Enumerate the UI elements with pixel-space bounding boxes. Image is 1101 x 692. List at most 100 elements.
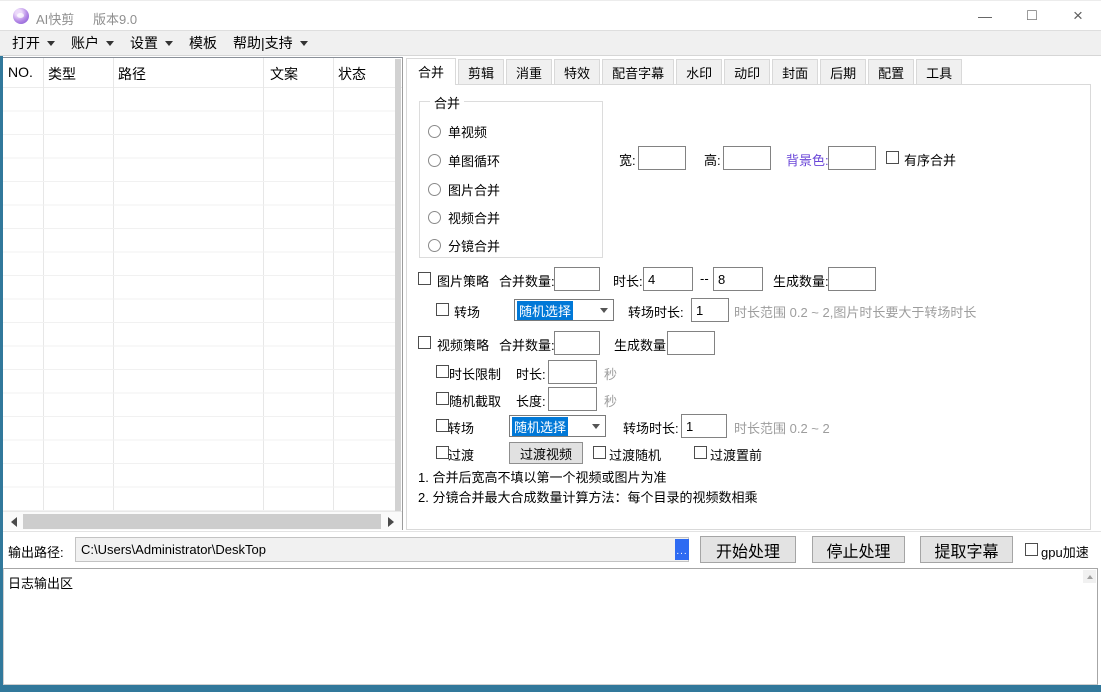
note-2: 2. 分镜合并最大合成数量计算方法：每个目录的视频数相乘 xyxy=(418,487,757,506)
tab-edit[interactable]: 剪辑 xyxy=(458,59,504,84)
tab-merge[interactable]: 合并 xyxy=(406,58,456,85)
window-frame-bottom xyxy=(0,685,1101,692)
image-transition-checkbox[interactable] xyxy=(436,303,449,316)
merge-tab-panel: 合并 单视频 单图循环 图片合并 视频合并 分镜合并 宽: 高: 背景色: xyxy=(406,84,1091,530)
table-vertical-scrollbar[interactable] xyxy=(395,59,401,511)
height-label: 高: xyxy=(704,150,721,169)
radio-image-merge[interactable]: 图片合并 xyxy=(428,181,500,197)
menu-item-template[interactable]: 模板 xyxy=(189,31,217,55)
video-transition-duration-input[interactable] xyxy=(681,414,727,438)
bottom-separator xyxy=(0,531,1101,532)
image-duration-max-input[interactable] xyxy=(713,267,763,291)
ordered-merge-label: 有序合并 xyxy=(904,150,956,169)
scroll-left-icon[interactable] xyxy=(11,517,17,527)
radio-label: 分镜合并 xyxy=(448,236,500,255)
video-generate-count-input[interactable] xyxy=(667,331,715,355)
tab-watermark[interactable]: 水印 xyxy=(676,59,722,84)
height-input[interactable] xyxy=(723,146,771,170)
menu-item-label: 帮助|支持 xyxy=(233,33,293,53)
browse-button[interactable]: ... xyxy=(675,539,689,560)
log-scrollbar-up-icon[interactable] xyxy=(1083,570,1096,583)
video-generate-count-label: 生成数量: xyxy=(614,335,670,354)
menu-item-help-support[interactable]: 帮助|支持 xyxy=(233,31,308,55)
video-transition-duration-label: 转场时长: xyxy=(623,418,679,437)
image-duration-min-input[interactable] xyxy=(643,267,693,291)
tab-motion-stamp[interactable]: 动印 xyxy=(724,59,770,84)
duration-range-separator: -- xyxy=(700,271,709,286)
image-transition-select[interactable]: 随机选择 xyxy=(514,299,614,321)
log-output-area[interactable]: 日志输出区 xyxy=(3,568,1098,685)
video-strategy-checkbox[interactable] xyxy=(418,336,431,349)
fade-random-checkbox[interactable] xyxy=(593,446,606,459)
bg-color-input[interactable] xyxy=(828,146,876,170)
image-duration-label: 时长: xyxy=(613,271,643,290)
table-header-type[interactable]: 类型 xyxy=(48,64,76,84)
table-grid xyxy=(3,88,395,511)
tab-dub-subtitle[interactable]: 配音字幕 xyxy=(602,59,674,84)
extract-subtitles-button[interactable]: 提取字幕 xyxy=(920,536,1013,563)
log-area-title: 日志输出区 xyxy=(8,573,73,592)
duration-limit-checkbox[interactable] xyxy=(436,365,449,378)
menu-item-label: 模板 xyxy=(189,33,217,53)
fade-front-checkbox[interactable] xyxy=(694,446,707,459)
tab-config[interactable]: 配置 xyxy=(868,59,914,84)
radio-storyboard-merge[interactable]: 分镜合并 xyxy=(428,237,500,253)
image-transition-duration-input[interactable] xyxy=(691,298,729,322)
duration-limit-input[interactable] xyxy=(548,360,597,384)
tab-effects[interactable]: 特效 xyxy=(554,59,600,84)
fade-video-button[interactable]: 过渡视频 xyxy=(509,442,583,464)
image-strategy-checkbox[interactable] xyxy=(418,272,431,285)
fade-label: 过渡 xyxy=(448,445,474,464)
chevron-down-icon xyxy=(600,308,608,313)
stop-processing-button[interactable]: 停止处理 xyxy=(812,536,905,563)
table-header-no[interactable]: NO. xyxy=(8,64,33,80)
tab-dedup[interactable]: 消重 xyxy=(506,59,552,84)
chevron-down-icon xyxy=(592,424,600,429)
tab-cover[interactable]: 封面 xyxy=(772,59,818,84)
image-merge-count-label: 合并数量: xyxy=(499,271,555,290)
radio-single-video[interactable]: 单视频 xyxy=(428,123,487,139)
menu-bar: 打开 账户 设置 模板 帮助|支持 xyxy=(0,30,1101,56)
table-header-path[interactable]: 路径 xyxy=(118,64,146,84)
app-window: AI快剪 版本9.0 — □ × 打开 账户 设置 模板 帮助|支持 NO. 类… xyxy=(0,0,1101,692)
width-input[interactable] xyxy=(638,146,686,170)
menu-item-open[interactable]: 打开 xyxy=(12,31,55,55)
radio-video-merge[interactable]: 视频合并 xyxy=(428,209,500,225)
minimize-button[interactable]: — xyxy=(963,1,1007,31)
menu-item-settings[interactable]: 设置 xyxy=(130,31,173,55)
title-bar: AI快剪 版本9.0 — □ × xyxy=(0,0,1101,30)
scrollbar-thumb[interactable] xyxy=(23,514,381,529)
image-transition-duration-label: 转场时长: xyxy=(628,302,684,321)
scroll-right-icon[interactable] xyxy=(388,517,394,527)
radio-label: 视频合并 xyxy=(448,208,500,227)
duration-limit-unit: 秒 xyxy=(604,364,617,383)
image-generate-count-label: 生成数量: xyxy=(773,271,829,290)
video-transition-select[interactable]: 随机选择 xyxy=(509,415,606,437)
tab-tools[interactable]: 工具 xyxy=(916,59,962,84)
menu-item-account[interactable]: 账户 xyxy=(71,31,114,55)
menu-dropdown-arrow-icon xyxy=(300,41,308,46)
table-horizontal-scrollbar[interactable] xyxy=(3,511,402,530)
ordered-merge-checkbox[interactable] xyxy=(886,151,899,164)
video-transition-hint: 时长范围 0.2 ~ 2 xyxy=(734,418,830,437)
random-cut-input[interactable] xyxy=(548,387,597,411)
table-header-copy[interactable]: 文案 xyxy=(270,64,298,84)
image-merge-count-input[interactable] xyxy=(554,267,600,291)
group-title: 合并 xyxy=(430,93,464,112)
video-merge-count-input[interactable] xyxy=(554,331,600,355)
radio-icon xyxy=(428,239,441,252)
table-header-status[interactable]: 状态 xyxy=(338,64,366,84)
start-processing-button[interactable]: 开始处理 xyxy=(700,536,796,563)
close-button[interactable]: × xyxy=(1056,1,1100,31)
gpu-acceleration-checkbox[interactable] xyxy=(1025,543,1038,556)
radio-single-image-loop[interactable]: 单图循环 xyxy=(428,152,500,168)
menu-dropdown-arrow-icon xyxy=(47,41,55,46)
app-version: 版本9.0 xyxy=(93,9,137,28)
tab-post[interactable]: 后期 xyxy=(820,59,866,84)
maximize-button[interactable]: □ xyxy=(1010,1,1054,31)
output-path-input[interactable] xyxy=(75,537,689,562)
menu-dropdown-arrow-icon xyxy=(165,41,173,46)
random-cut-checkbox[interactable] xyxy=(436,392,449,405)
image-generate-count-input[interactable] xyxy=(828,267,876,291)
radio-label: 图片合并 xyxy=(448,180,500,199)
